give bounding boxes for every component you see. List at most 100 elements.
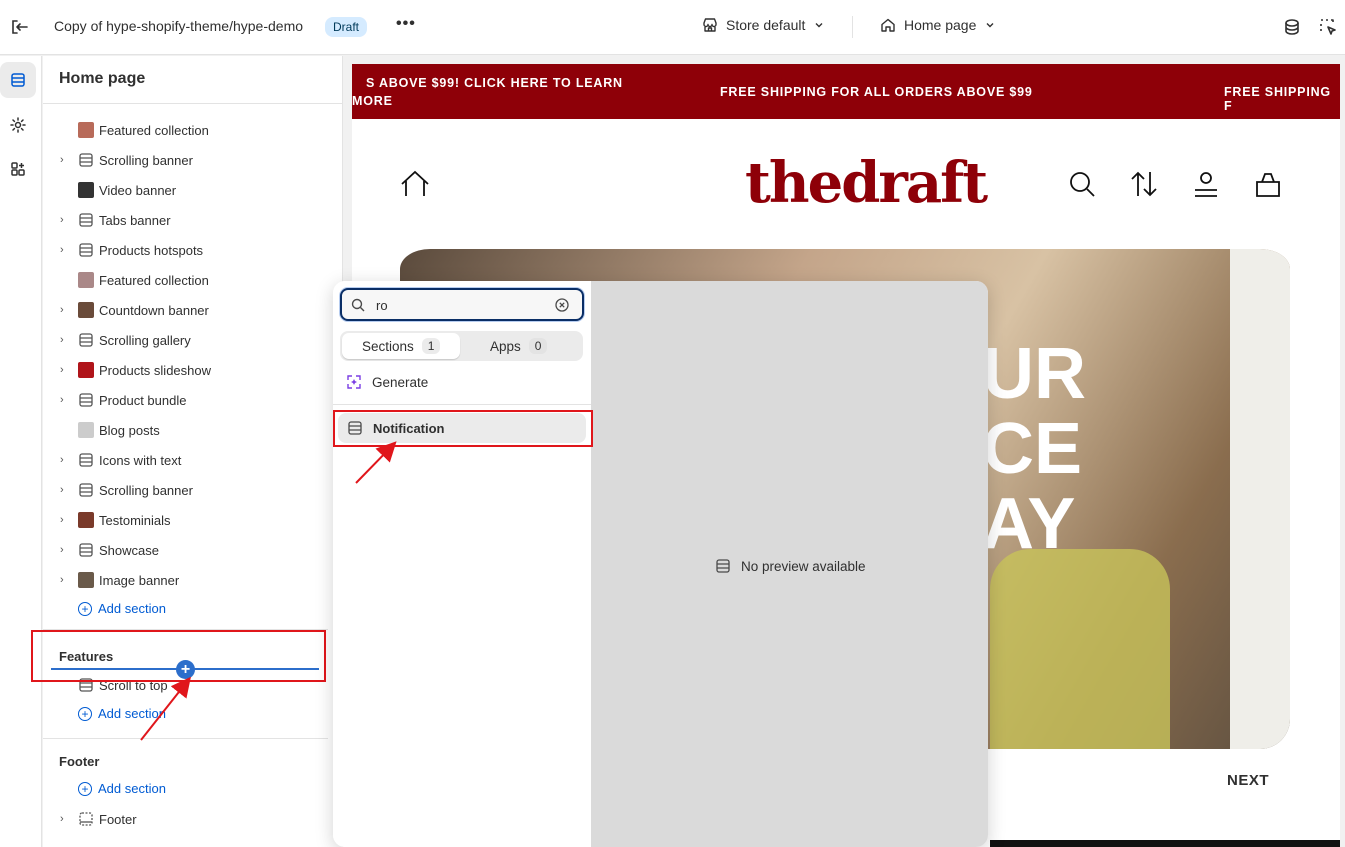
section-icon [79, 243, 93, 257]
sidebar-item[interactable]: › Scrolling gallery [43, 325, 342, 355]
announcement-bar[interactable]: S ABOVE $99! CLICK HERE TO LEARN MORE FR… [352, 64, 1340, 119]
sidebar-item-footer[interactable]: › Footer [43, 804, 342, 834]
chevron-right-icon[interactable]: › [60, 214, 70, 226]
add-section-button[interactable]: + Add section [78, 601, 166, 616]
add-section-button[interactable]: + Add section [78, 781, 166, 796]
section-icon [716, 559, 730, 573]
sidebar-item-label: Footer [99, 811, 137, 827]
no-preview-message: No preview available [715, 558, 866, 574]
status-badge: Draft [325, 17, 368, 37]
sidebar-item-label: Products slideshow [99, 362, 211, 378]
sidebar-item-label: Tabs banner [99, 212, 171, 228]
count-badge: 1 [421, 338, 441, 354]
sidebar-item[interactable]: › Tabs banner [43, 205, 342, 235]
section-thumbnail-icon [78, 272, 94, 288]
next-button[interactable]: NEXT [1227, 772, 1269, 789]
hero-window [1230, 249, 1290, 749]
sidebar-item[interactable]: › Product bundle [43, 385, 342, 415]
hero-figure [990, 549, 1170, 749]
apps-nav-button[interactable] [0, 151, 36, 187]
settings-nav-button[interactable] [0, 107, 36, 143]
sidebar-item-label: Showcase [99, 542, 159, 558]
section-thumbnail-icon [78, 512, 94, 528]
search-icon[interactable] [1068, 170, 1096, 198]
chevron-right-icon[interactable]: › [60, 154, 70, 166]
search-field[interactable] [340, 288, 584, 321]
popover-preview-panel: No preview available [591, 281, 988, 847]
sections-icon [11, 73, 25, 87]
chevron-down-icon [815, 23, 823, 28]
exit-icon[interactable] [9, 17, 29, 37]
sidebar-item-label: Countdown banner [99, 302, 209, 318]
chevron-right-icon[interactable]: › [60, 304, 70, 316]
sidebar-item[interactable]: › Showcase [43, 535, 342, 565]
footer-strip [990, 840, 1340, 847]
chevron-right-icon[interactable]: › [60, 484, 70, 496]
generate-label: Generate [372, 374, 429, 390]
sidebar-item[interactable]: Video banner [43, 175, 342, 205]
add-section-label: Add section [98, 781, 166, 796]
section-icon [79, 483, 93, 497]
add-section-button[interactable]: + Add section [78, 706, 166, 721]
sidebar-item[interactable]: › Icons with text [43, 445, 342, 475]
gear-icon [10, 117, 26, 133]
chevron-right-icon[interactable]: › [60, 364, 70, 376]
search-input[interactable] [376, 295, 546, 315]
cart-icon[interactable] [1254, 170, 1282, 198]
theme-title: Copy of hype-shopify-theme/hype-demo [54, 18, 304, 34]
chevron-right-icon[interactable]: › [60, 334, 70, 346]
inspector-icon[interactable] [1318, 17, 1338, 37]
database-icon[interactable] [1282, 17, 1302, 37]
chevron-right-icon[interactable]: › [60, 454, 70, 466]
sidebar-item[interactable]: Featured collection [43, 265, 342, 295]
sidebar-item[interactable]: › Scrolling banner [43, 145, 342, 175]
plus-circle-icon: + [78, 601, 92, 616]
tab-label: Apps [490, 338, 521, 354]
chevron-right-icon[interactable]: › [60, 394, 70, 406]
divider [43, 103, 342, 104]
chevron-right-icon[interactable]: › [60, 514, 70, 526]
sidebar-item[interactable]: › Image banner [43, 565, 342, 595]
sidebar-item[interactable]: › Testominials [43, 505, 342, 535]
sidebar-title: Home page [59, 70, 146, 87]
hero-heading-line: CE [982, 409, 1083, 489]
section-thumbnail-icon [78, 362, 94, 378]
sidebar-item-label: Scrolling gallery [99, 332, 191, 348]
chevron-right-icon[interactable]: › [60, 544, 70, 556]
clear-icon[interactable] [555, 298, 569, 312]
section-thumbnail-icon [78, 572, 94, 588]
sidebar-item-label: Products hotspots [99, 242, 204, 258]
more-actions-button[interactable]: ••• [396, 15, 416, 33]
sidebar-item[interactable]: › Products slideshow [43, 355, 342, 385]
sidebar-item-label: Scrolling banner [99, 152, 193, 168]
highlight-box [31, 630, 326, 682]
tab-sections[interactable]: Sections 1 [342, 333, 460, 359]
sidebar-item[interactable]: › Countdown banner [43, 295, 342, 325]
chevron-right-icon[interactable]: › [60, 813, 70, 825]
sections-nav-button[interactable] [0, 62, 36, 98]
store-logo[interactable]: thedraft [745, 150, 988, 216]
chevron-right-icon[interactable]: › [60, 244, 70, 256]
tab-apps[interactable]: Apps 0 [470, 333, 580, 359]
sidebar-item[interactable]: › Scrolling banner [43, 475, 342, 505]
sidebar-item[interactable]: Blog posts [43, 415, 342, 445]
sidebar-item-label: Product bundle [99, 392, 187, 408]
section-icon [79, 333, 93, 347]
sparkle-icon [347, 375, 361, 389]
generate-button[interactable]: Generate [346, 374, 428, 390]
home-icon[interactable] [400, 170, 430, 198]
sidebar-item-label: Image banner [99, 572, 180, 588]
account-icon[interactable] [1192, 170, 1220, 198]
add-section-label: Add section [98, 601, 166, 616]
store-selector[interactable]: Store default [702, 17, 825, 33]
page-selector[interactable]: Home page [880, 17, 996, 33]
sidebar-item[interactable]: Featured collection [43, 115, 342, 145]
sidebar-item[interactable]: › Products hotspots [43, 235, 342, 265]
sidebar-item-label: Featured collection [99, 272, 209, 288]
section-icon [79, 393, 93, 407]
chevron-right-icon[interactable]: › [60, 574, 70, 586]
sections-sidebar: Home page Featured collection › Scrolling … [43, 56, 343, 847]
divider [852, 16, 853, 38]
sort-icon[interactable] [1130, 170, 1158, 198]
announcement-text: FREE SHIPPING F [1224, 85, 1331, 113]
